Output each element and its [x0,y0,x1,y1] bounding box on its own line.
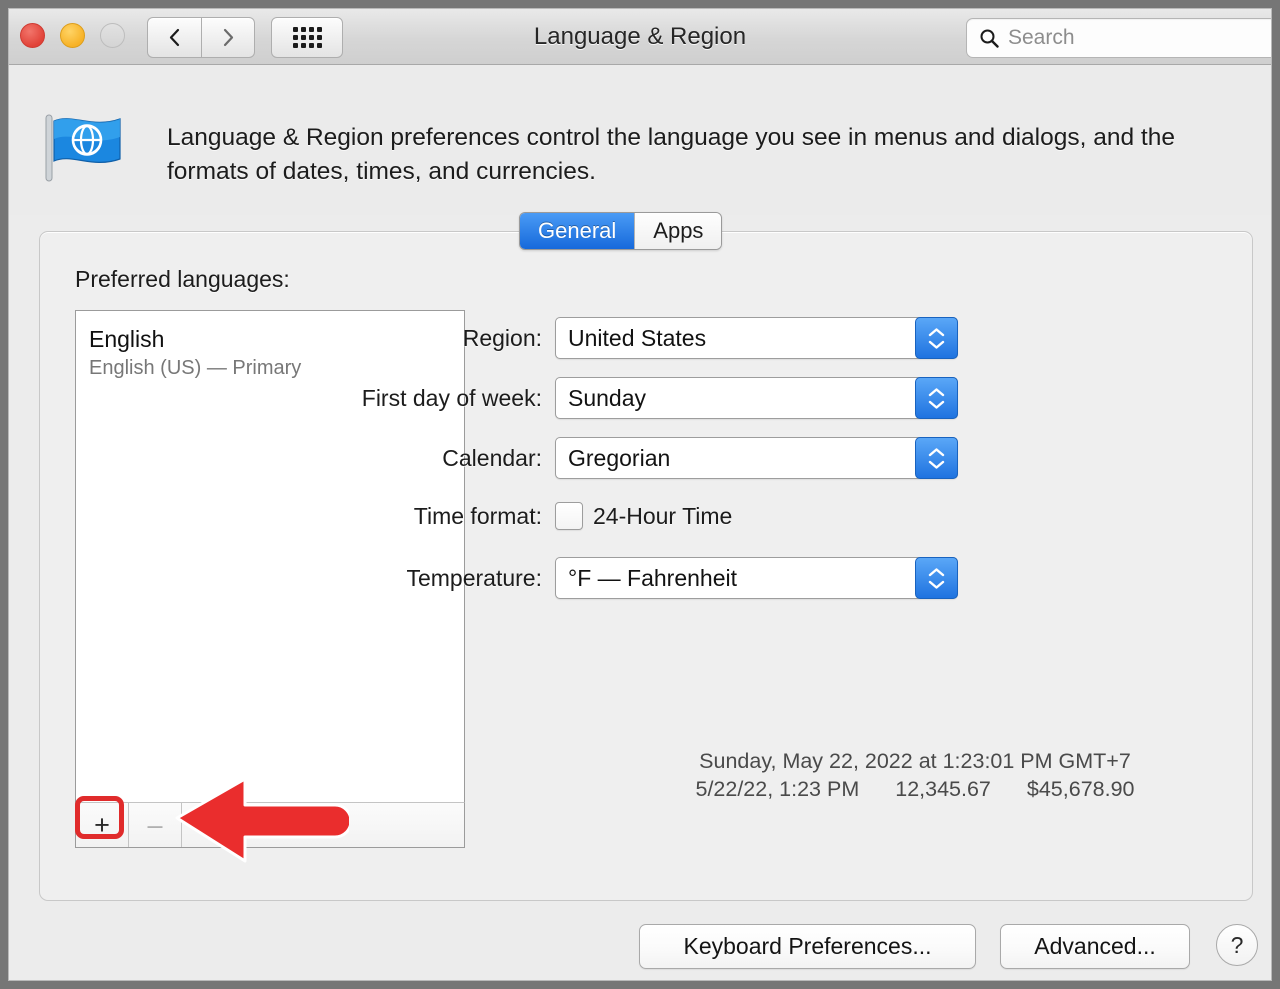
region-select[interactable]: United States [555,317,958,359]
forward-button[interactable] [201,17,255,58]
region-label: Region: [322,325,555,352]
preference-description: Language & Region preferences control th… [167,121,1257,189]
search-icon [979,28,999,48]
chevron-updown-icon[interactable] [915,317,958,359]
calendar-row: Calendar: Gregorian [322,437,958,479]
chevron-left-icon [169,28,180,47]
calendar-label: Calendar: [322,445,555,472]
24-hour-time-label: 24-Hour Time [593,503,732,530]
first-day-select[interactable]: Sunday [555,377,958,419]
back-button[interactable] [147,17,201,58]
keyboard-preferences-button[interactable]: Keyboard Preferences... [639,924,976,969]
preview-short-date: 5/22/22, 1:23 PM [695,775,859,803]
first-day-value: Sunday [568,385,646,412]
window-titlebar: Language & Region Search [9,9,1271,65]
tab-general[interactable]: General [520,213,634,249]
chevron-updown-icon[interactable] [915,377,958,419]
tab-bar: General Apps [519,212,722,250]
calendar-select[interactable]: Gregorian [555,437,958,479]
minimize-window-button[interactable] [60,23,85,48]
temperature-row: Temperature: °F — Fahrenheit [322,557,958,599]
temperature-label: Temperature: [322,565,555,592]
preferences-window: Language & Region Search [8,8,1272,981]
preference-header: Language & Region preferences control th… [9,65,1271,215]
format-preview: Sunday, May 22, 2022 at 1:23:01 PM GMT+7… [625,747,1205,803]
time-format-row: Time format: 24-Hour Time [322,502,732,530]
preview-currency: $45,678.90 [1027,775,1135,803]
region-row: Region: United States [322,317,958,359]
flag-globe-icon [42,111,130,185]
annotation-highlight-box [75,796,124,839]
annotation-arrow-left-icon [149,771,349,871]
help-button[interactable]: ? [1216,924,1258,966]
calendar-value: Gregorian [568,445,670,472]
search-input[interactable]: Search [966,18,1272,58]
preview-long-date: Sunday, May 22, 2022 at 1:23:01 PM GMT+7 [625,747,1205,775]
close-window-button[interactable] [20,23,45,48]
screen-frame: Language & Region Search [0,0,1280,989]
24-hour-time-checkbox[interactable] [555,502,583,530]
temperature-select[interactable]: °F — Fahrenheit [555,557,958,599]
chevron-right-icon [223,28,234,47]
preview-number: 12,345.67 [895,775,991,803]
chevron-updown-icon[interactable] [915,437,958,479]
tab-apps[interactable]: Apps [634,213,721,249]
search-placeholder: Search [1008,26,1075,50]
temperature-value: °F — Fahrenheit [568,565,737,592]
region-value: United States [568,325,706,352]
zoom-window-button[interactable] [100,23,125,48]
first-day-label: First day of week: [322,385,555,412]
show-all-grid-icon [293,27,322,48]
show-all-button[interactable] [271,17,343,58]
advanced-button[interactable]: Advanced... [1000,924,1190,969]
preferred-languages-label: Preferred languages: [75,266,290,293]
preview-secondary-line: 5/22/22, 1:23 PM 12,345.67 $45,678.90 [625,775,1205,803]
first-day-row: First day of week: Sunday [322,377,958,419]
chevron-updown-icon[interactable] [915,557,958,599]
time-format-label: Time format: [322,503,555,530]
